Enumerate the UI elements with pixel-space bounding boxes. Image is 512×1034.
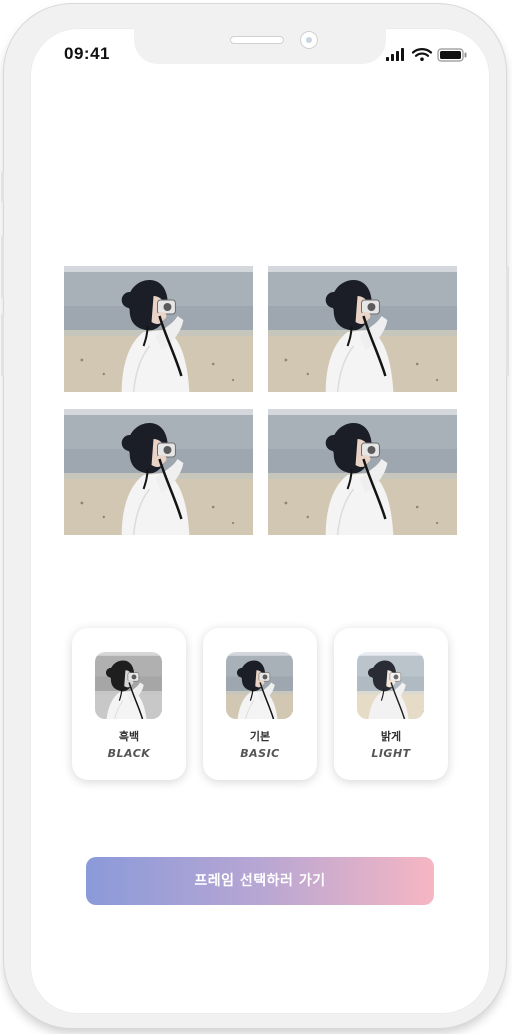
status-icons	[386, 47, 468, 62]
photo-bottom-right	[268, 409, 457, 535]
filter-thumbnail-black	[95, 652, 162, 719]
notch	[134, 28, 386, 64]
filter-thumbnail-basic	[226, 652, 293, 719]
side-button-left-bottom	[1, 314, 4, 376]
photo-top-left	[64, 266, 253, 392]
side-button-left-mid	[1, 236, 4, 298]
beach-photo	[64, 409, 253, 535]
filter-name: 밝게	[380, 730, 402, 743]
beach-photo	[268, 266, 457, 392]
filter-card-light[interactable]: 밝게 LIGHT	[334, 628, 448, 780]
filter-thumbnail-light	[357, 652, 424, 719]
side-button-left-top	[1, 172, 4, 202]
filter-options: 흑백 BLACK 기본 BASIC 밝게 LIGHT	[72, 628, 452, 780]
filter-name-en: BASIC	[240, 747, 280, 760]
filter-card-black[interactable]: 흑백 BLACK	[72, 628, 186, 780]
signal-icon	[386, 48, 404, 61]
beach-photo	[268, 409, 457, 535]
photo-bottom-left	[64, 409, 253, 535]
battery-icon	[437, 48, 467, 62]
go-to-frame-select-button[interactable]: 프레임 선택하러 가기	[86, 857, 434, 905]
photo-top-right	[268, 266, 457, 392]
screen: 09:41 흑백 BLACK 기본 BASIC 밝게 LIGHT 프레임 선택하…	[30, 28, 490, 1014]
filter-name: 흑백	[118, 730, 140, 743]
filter-name: 기본	[249, 730, 271, 743]
photo-grid	[64, 266, 458, 536]
speaker-grille	[230, 36, 284, 44]
wifi-icon	[411, 48, 433, 61]
side-button-right	[506, 266, 509, 376]
filter-name-en: LIGHT	[371, 747, 411, 760]
status-time: 09:41	[64, 44, 110, 63]
beach-photo	[64, 266, 253, 392]
front-camera	[300, 31, 318, 49]
filter-card-basic[interactable]: 기본 BASIC	[203, 628, 317, 780]
filter-name-en: BLACK	[107, 747, 151, 760]
phone-frame: 09:41 흑백 BLACK 기본 BASIC 밝게 LIGHT 프레임 선택하…	[1, 4, 509, 1028]
